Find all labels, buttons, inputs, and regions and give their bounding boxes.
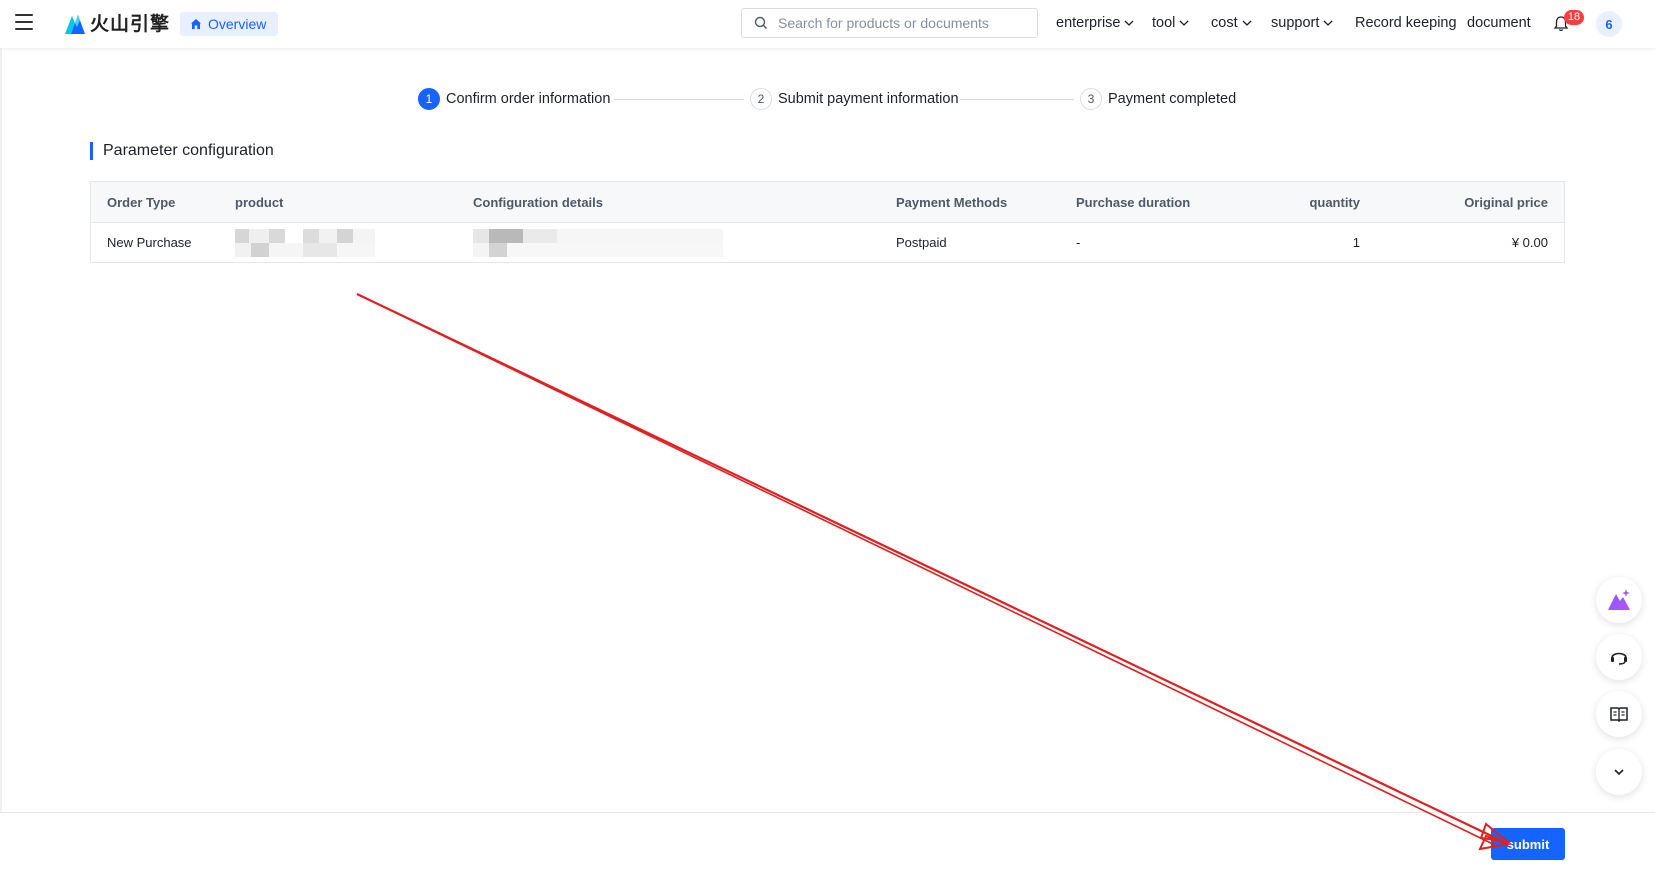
cell-order-type: New Purchase — [107, 235, 192, 250]
order-table: Order Type product Configuration details… — [90, 181, 1565, 263]
notification-badge: 18 — [1564, 10, 1584, 25]
cell-product — [219, 223, 457, 263]
home-icon — [191, 19, 201, 29]
logo[interactable]: 火山引擎 — [63, 9, 170, 36]
search-icon — [754, 16, 767, 29]
table-row: New Purchase Postpaid - 1 ¥ 0.00 — [91, 223, 1565, 263]
nav-cost-label: cost — [1211, 15, 1238, 31]
col-order-type: Order Type — [90, 181, 219, 223]
chevron-down-icon — [1242, 20, 1252, 26]
col-purchase-duration: Purchase duration — [1060, 181, 1232, 223]
nav-record-keeping[interactable]: Record keeping — [1355, 15, 1457, 31]
menu-icon[interactable] — [15, 14, 33, 30]
step-number: 3 — [1080, 88, 1102, 110]
chevron-down-icon — [1179, 20, 1189, 26]
collapse-button[interactable] — [1596, 749, 1642, 795]
section-title: Parameter configuration — [90, 142, 274, 160]
col-quantity: quantity — [1232, 181, 1376, 223]
logo-text: 火山引擎 — [90, 13, 171, 35]
overview-label: Overview — [208, 16, 267, 32]
nav-record-keeping-label: Record keeping — [1355, 15, 1457, 31]
redacted-configuration — [473, 228, 723, 257]
annotation-arrow — [356, 293, 1512, 851]
customer-service-button[interactable] — [1596, 634, 1642, 680]
avatar[interactable]: 6 — [1596, 11, 1622, 37]
step-number: 1 — [418, 88, 440, 110]
nav-cost[interactable]: cost — [1211, 15, 1252, 31]
overview-button[interactable]: Overview — [180, 12, 279, 36]
chevron-down-icon — [1125, 20, 1134, 26]
col-original-price: Original price — [1376, 181, 1565, 223]
cell-quantity: 1 — [1352, 235, 1360, 250]
logo-icon — [65, 14, 85, 34]
page-edge — [0, 48, 2, 812]
nav-tool[interactable]: tool — [1152, 15, 1189, 31]
submit-button[interactable]: submit — [1491, 828, 1565, 860]
col-product: product — [219, 181, 457, 223]
search-input[interactable] — [776, 14, 1030, 32]
chevron-down-icon — [1323, 20, 1333, 26]
col-payment-methods: Payment Methods — [880, 181, 1060, 223]
step-number: 2 — [750, 88, 772, 110]
chevron-down-icon — [1614, 769, 1624, 776]
nav-document-label: document — [1467, 15, 1531, 31]
step-confirm-order: 1 Confirm order information — [418, 88, 610, 110]
step-payment-completed: 3 Payment completed — [1080, 88, 1236, 110]
col-configuration-details: Configuration details — [457, 181, 880, 223]
cell-payment-method: Postpaid — [896, 235, 947, 250]
ai-assistant-icon — [1608, 589, 1630, 610]
footer-bar — [0, 812, 1655, 878]
redacted-product — [235, 228, 375, 257]
cell-duration: - — [1076, 235, 1081, 250]
step-label: Payment completed — [1108, 91, 1237, 107]
nav-tool-label: tool — [1152, 15, 1176, 31]
nav-enterprise-label: enterprise — [1056, 15, 1121, 31]
nav-support[interactable]: support — [1271, 15, 1333, 31]
documentation-button[interactable] — [1596, 691, 1642, 737]
cell-price: ¥ 0.00 — [1511, 235, 1548, 250]
book-icon — [1610, 707, 1628, 722]
step-label: Submit payment information — [778, 91, 959, 107]
customer-service-icon — [1611, 652, 1627, 665]
top-navigation-bar: 火山引擎 Overview enterprise tool cost suppo… — [0, 0, 1655, 48]
ai-assistant-button[interactable] — [1596, 577, 1642, 623]
step-connector — [614, 99, 744, 100]
nav-enterprise[interactable]: enterprise — [1056, 15, 1134, 31]
table-header-row: Order Type product Configuration details… — [90, 181, 1565, 223]
nav-support-label: support — [1271, 15, 1320, 31]
step-submit-payment: 2 Submit payment information — [750, 88, 959, 110]
search-box[interactable] — [741, 8, 1038, 38]
nav-document[interactable]: document — [1467, 15, 1531, 31]
step-connector — [960, 99, 1074, 100]
cell-configuration — [457, 223, 880, 263]
step-label: Confirm order information — [446, 91, 611, 107]
